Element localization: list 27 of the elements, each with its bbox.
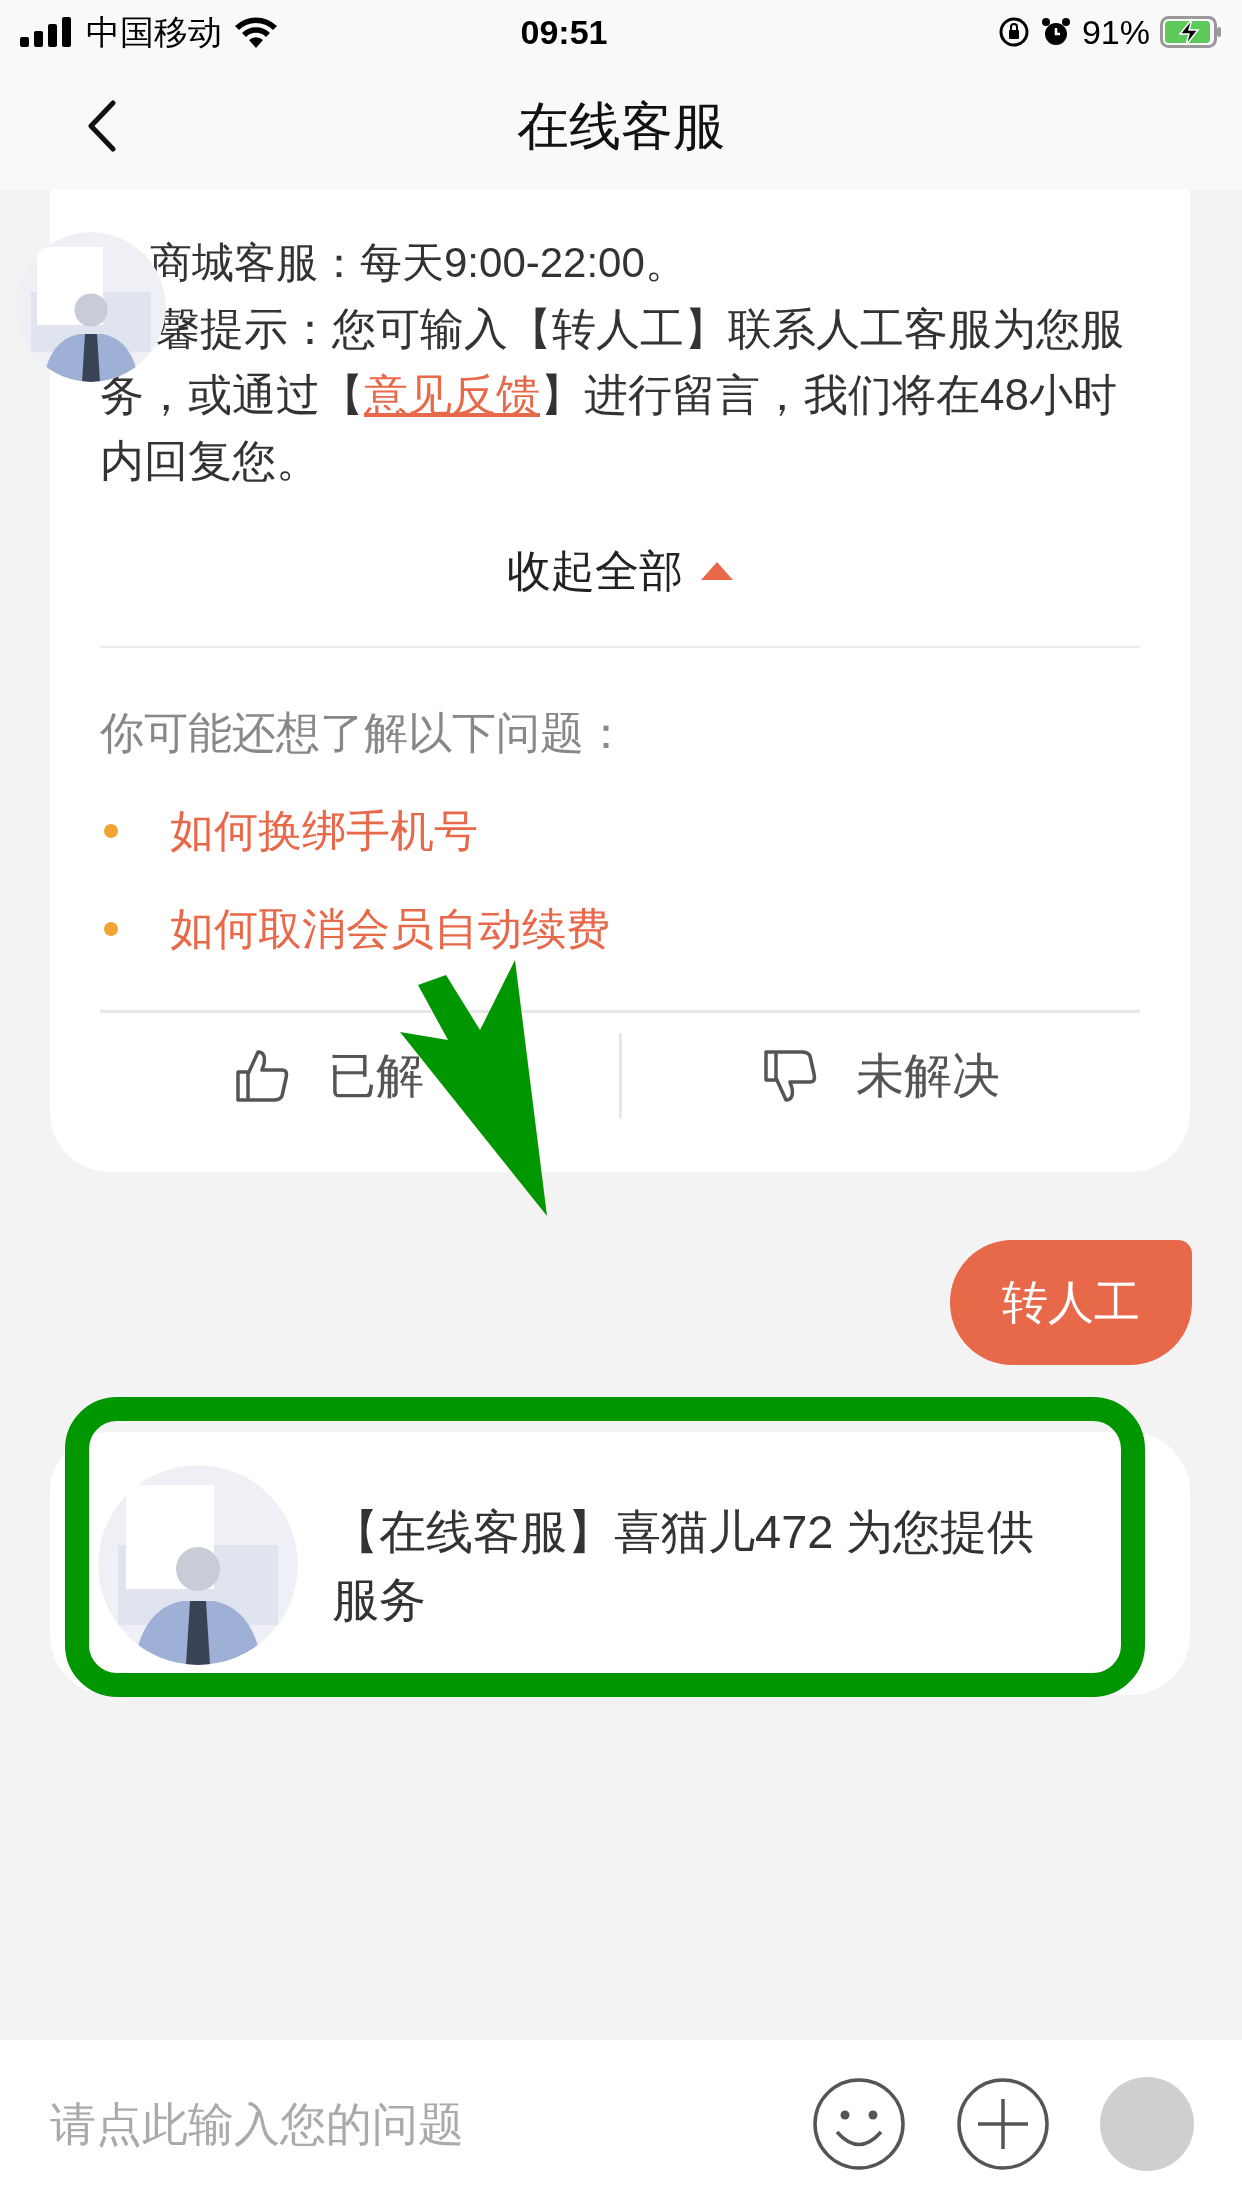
battery-percent: 91%	[1081, 11, 1150, 53]
alarm-icon	[1039, 16, 1072, 48]
unsolved-button[interactable]: 未解决	[761, 1039, 1000, 1112]
add-button[interactable]	[956, 2077, 1050, 2171]
wifi-icon	[234, 16, 278, 48]
smiley-icon	[812, 2077, 906, 2171]
thumbs-down-icon	[761, 1047, 818, 1104]
question-input[interactable]: 请点此输入您的问题	[50, 2079, 750, 2169]
rotation-lock-icon	[997, 16, 1030, 48]
carrier-name: 中国移动	[86, 11, 222, 53]
bullet-icon	[104, 922, 118, 936]
emoji-button[interactable]	[812, 2077, 906, 2171]
solved-button[interactable]: 已解	[234, 1039, 425, 1112]
user-message-bubble: 转人工	[950, 1240, 1192, 1365]
thumbs-up-icon	[234, 1047, 291, 1104]
signal-icon	[20, 17, 72, 47]
bullet-icon	[104, 824, 118, 838]
caret-up-icon	[701, 562, 733, 580]
clock-time: 09:51	[519, 11, 609, 53]
page-title: 在线客服	[517, 96, 725, 157]
battery-charging-icon	[1160, 16, 1222, 48]
back-icon	[87, 100, 117, 152]
plus-icon	[956, 2077, 1050, 2171]
agent-message-text: 【在线客服】喜猫儿472 为您提供服务	[332, 1504, 1036, 1628]
input-bar[interactable]: 请点此输入您的问题	[0, 2040, 1242, 2208]
related-questions-title: 你可能还想了解以下问题：	[100, 707, 629, 759]
collapse-button[interactable]: 收起全部	[507, 538, 733, 604]
